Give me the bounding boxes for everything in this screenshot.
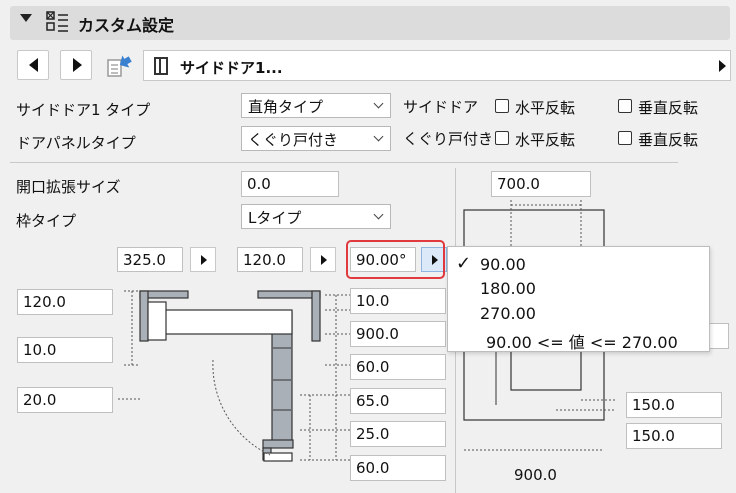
object-selector[interactable]: サイドドア1... [143, 50, 731, 81]
sidedoor-type-select[interactable]: 直角タイプ [241, 93, 391, 118]
width1-menu-button[interactable] [190, 247, 216, 272]
sidedoor-flip-h-checkbox[interactable] [495, 99, 509, 113]
wicket-flip-h-label: 水平反転 [515, 131, 576, 149]
wicket-group-label: くぐり戸付き [403, 130, 494, 148]
right-param5-field[interactable]: 25.0 [350, 421, 446, 447]
wicket-flip-h-checkbox[interactable] [495, 131, 509, 145]
object-name: サイドドア1... [180, 59, 283, 77]
panel-title: カスタム設定 [78, 16, 175, 35]
chevron-down-icon [373, 98, 384, 109]
sidedoor-type-value: 直角タイプ [248, 98, 324, 116]
collapse-arrow-icon[interactable] [20, 14, 32, 22]
wicket-flip-v-label: 垂直反転 [638, 131, 699, 149]
elevation-br1-field[interactable]: 150.0 [626, 392, 722, 418]
door-panel-type-label: ドアパネルタイプ [16, 134, 136, 152]
right-param4-field[interactable]: 65.0 [350, 388, 446, 414]
angle-range-text: 90.00 <= 値 <= 270.00 [486, 333, 678, 352]
divider [10, 162, 678, 163]
opening-ext-field[interactable]: 0.0 [241, 171, 339, 197]
wicket-flip-v-checkbox[interactable] [618, 131, 632, 145]
chevron-down-icon [373, 131, 384, 142]
custom-settings-icon [46, 11, 68, 32]
left-depth-field[interactable]: 120.0 [17, 289, 113, 315]
chevron-down-icon [373, 209, 384, 220]
sidedoor-flip-h-label: 水平反転 [515, 99, 576, 117]
export-settings-icon[interactable] [104, 51, 134, 79]
angle-option-90[interactable]: 90.00 [480, 255, 526, 274]
sidedoor-flip-v-label: 垂直反転 [638, 99, 699, 117]
elevation-top-field[interactable]: 700.0 [491, 171, 591, 197]
door-icon [154, 57, 168, 75]
sidedoor-group-label: サイドドア [403, 98, 479, 116]
angle-options-menu: ✓ 90.00 180.00 270.00 90.00 <= 値 <= 270.… [447, 246, 710, 352]
width1-field[interactable]: 325.0 [117, 247, 183, 272]
right-param6-field[interactable]: 60.0 [350, 455, 446, 481]
elevation-side-field[interactable] [709, 323, 729, 349]
angle-option-270[interactable]: 270.00 [480, 304, 536, 323]
opening-ext-label: 開口拡張サイズ [16, 178, 121, 196]
prev-button[interactable] [17, 50, 49, 80]
sidedoor-type-label: サイドドア1 タイプ [16, 101, 151, 119]
frame-type-select[interactable]: Lタイプ [241, 204, 391, 229]
next-button[interactable] [60, 50, 92, 80]
elevation-br2-field[interactable]: 150.0 [626, 423, 722, 449]
frame-type-label: 枠タイプ [16, 212, 77, 230]
angle-option-180[interactable]: 180.00 [480, 279, 536, 298]
checkmark-icon: ✓ [456, 253, 472, 274]
highlight-ring [346, 240, 445, 279]
door-panel-type-value: くぐり戸付き [248, 131, 339, 149]
sidedoor-flip-v-checkbox[interactable] [618, 99, 632, 113]
door-panel-type-select[interactable]: くぐり戸付き [241, 126, 391, 151]
elevation-bottom-label: 900.0 [514, 466, 557, 484]
right-param3-field[interactable]: 60.0 [350, 354, 446, 380]
frame-type-value: Lタイプ [248, 209, 302, 227]
right-param1-field[interactable]: 10.0 [350, 288, 446, 314]
left-offset-field[interactable]: 10.0 [17, 337, 113, 363]
width2-field[interactable]: 120.0 [237, 247, 303, 272]
left-bottom-field[interactable]: 20.0 [17, 387, 113, 413]
right-param2-field[interactable]: 900.0 [350, 321, 446, 347]
width2-menu-button[interactable] [310, 247, 336, 272]
chevron-right-icon [719, 60, 726, 72]
